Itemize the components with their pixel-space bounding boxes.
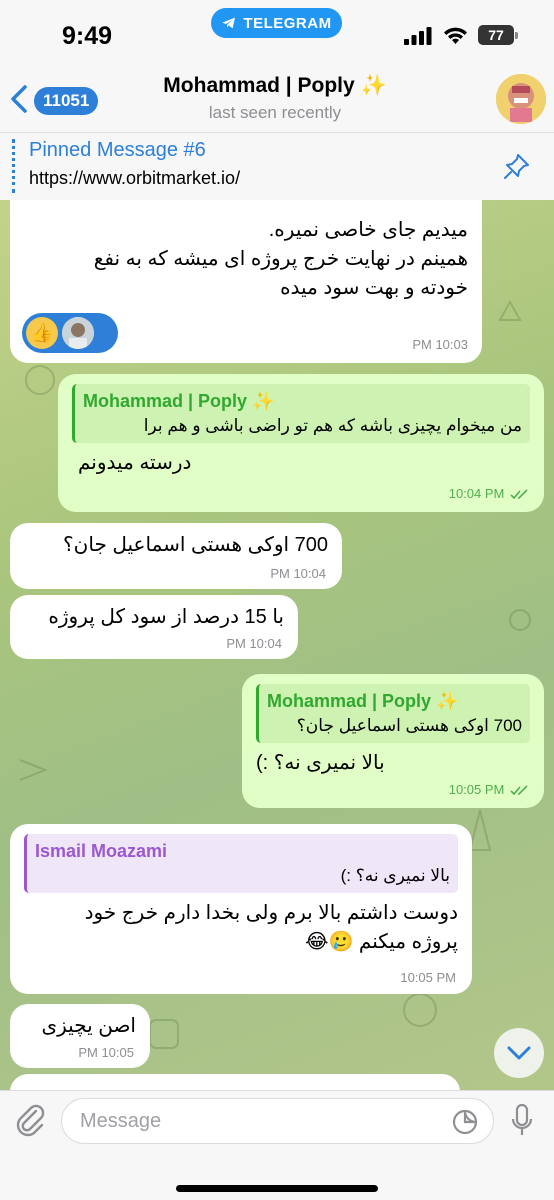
- message-text: اصن یچیزی: [41, 1015, 136, 1037]
- chevron-down-icon: [507, 1046, 531, 1060]
- message-time: 10:05 PM: [448, 782, 505, 798]
- chat-subtitle: last seen recently: [208, 103, 342, 122]
- avatar-image-icon: [496, 74, 546, 124]
- message-text: بالا نمیری نه؟ :): [256, 751, 385, 774]
- wifi-icon: [444, 27, 467, 44]
- message-bubble-incoming[interactable]: با 15 درصد از سود کل پروژه 10:04 PM: [10, 595, 298, 659]
- telegram-plane-icon: [222, 17, 236, 29]
- reply-text: بالا نمیری نه؟ :): [340, 866, 450, 886]
- message-time-status: 10:05 PM: [449, 781, 530, 800]
- message-time: 10:04 PM: [270, 566, 326, 582]
- reply-author: Ismail Moazami: [35, 841, 168, 861]
- telegram-chat-screen: 9:49 TELEGRAM 77 11051 Mohammad | Poply …: [0, 0, 554, 1200]
- thumbs-up-reaction: 👍: [26, 317, 58, 349]
- message-time: 10:05 PM: [400, 970, 456, 986]
- reactor-avatar: [62, 317, 94, 349]
- status-time: 9:49: [62, 22, 113, 50]
- telegram-pill[interactable]: TELEGRAM: [211, 8, 342, 38]
- message-bubble-outgoing[interactable]: Mohammad | Poply ✨ من میخوام یچیزی باشه …: [58, 374, 544, 512]
- chat-header: 11051 Mohammad | Poply ✨ last seen recen…: [0, 70, 554, 132]
- message-time-status: 10:04 PM: [449, 485, 530, 504]
- message-bubble-incoming[interactable]: Ismail Moazami بالا نمیری نه؟ :) دوست دا…: [10, 824, 472, 994]
- compose-bar: [0, 1090, 554, 1200]
- scroll-to-bottom-button[interactable]: [494, 1028, 544, 1078]
- message-bubble-outgoing[interactable]: Mohammad | Poply ✨ 700 اوکی هستی اسماعیل…: [242, 674, 544, 808]
- message-list[interactable]: میدیم جای خاصی نمیره. همینم در نهایت خرج…: [0, 200, 554, 1090]
- message-text-line: پروژه میکنم 🥲😂: [305, 930, 458, 953]
- pinned-message-bar[interactable]: Pinned Message #6 https://www.orbitmarke…: [0, 132, 554, 200]
- status-bar: 9:49 TELEGRAM 77: [0, 0, 554, 70]
- message-bubble-incoming[interactable]: میدیم جای خاصی نمیره. همینم در نهایت خرج…: [10, 200, 482, 363]
- microphone-icon[interactable]: [510, 1103, 534, 1139]
- home-indicator: [176, 1185, 378, 1192]
- reply-author: Mohammad | Poply ✨: [267, 691, 459, 711]
- reactions-pill[interactable]: 👍: [22, 313, 118, 353]
- double-check-icon: [510, 489, 528, 500]
- pin-list-icon[interactable]: [502, 151, 532, 181]
- battery-indicator: 77: [478, 25, 518, 45]
- back-unread-badge[interactable]: 11051: [34, 87, 99, 115]
- message-text-line: دوست داشتم بالا برم ولی بخدا دارم خرج خو…: [84, 901, 458, 924]
- message-text: درسته میدونم: [78, 451, 192, 474]
- message-time: 10:05 PM: [78, 1045, 134, 1061]
- reply-preview[interactable]: Mohammad | Poply ✨ من میخوام یچیزی باشه …: [72, 384, 530, 443]
- message-bubble-incoming[interactable]: اصن یچیزی 10:05 PM: [10, 1004, 150, 1068]
- telegram-pill-label: TELEGRAM: [243, 14, 332, 32]
- message-time: 10:03 PM: [412, 337, 468, 353]
- pinned-text: https://www.orbitmarket.io/: [29, 168, 241, 188]
- message-text: با 15 درصد از سود کل پروژه: [48, 606, 284, 628]
- reply-text: من میخوام یچیزی باشه که هم تو راضی باشی …: [143, 416, 522, 436]
- reactor-avatar-icon: [62, 317, 94, 349]
- message-time: 10:04 PM: [448, 486, 505, 502]
- contact-avatar[interactable]: [496, 74, 546, 124]
- sticker-icon[interactable]: [451, 1108, 479, 1136]
- reply-preview[interactable]: Mohammad | Poply ✨ 700 اوکی هستی اسماعیل…: [256, 684, 530, 743]
- message-text-line: خودته و بهت سود میده: [280, 277, 468, 299]
- message-time: 10:04 PM: [226, 636, 282, 652]
- message-text-line: میدیم جای خاصی نمیره.: [268, 219, 468, 241]
- reply-preview[interactable]: Ismail Moazami بالا نمیری نه؟ :): [24, 834, 458, 893]
- message-text: 700 اوکی هستی اسماعیل جان؟: [63, 534, 328, 556]
- paperclip-icon[interactable]: [14, 1101, 46, 1137]
- chat-title[interactable]: Mohammad | Poply ✨: [110, 74, 440, 98]
- reply-text: 700 اوکی هستی اسماعیل جان؟: [296, 716, 522, 736]
- back-chevron-icon[interactable]: [8, 84, 30, 114]
- message-text-line: همینم در نهایت خرج پروژه ای میشه که به ن…: [93, 248, 468, 270]
- message-bubble-incoming[interactable]: 700 اوکی هستی اسماعیل جان؟ 10:04 PM: [10, 523, 342, 589]
- cellular-signal-icon: [404, 27, 432, 45]
- pinned-title: Pinned Message #6: [29, 139, 206, 161]
- message-input[interactable]: [61, 1098, 494, 1144]
- reply-author: Mohammad | Poply ✨: [83, 391, 275, 411]
- pinned-indicator: [12, 139, 15, 193]
- message-bubble-incoming-partial[interactable]: [10, 1074, 460, 1090]
- double-check-icon: [510, 785, 528, 796]
